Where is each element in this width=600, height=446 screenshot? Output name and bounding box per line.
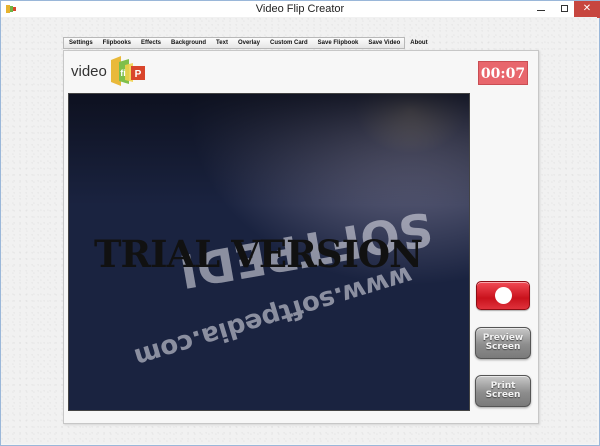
minimize-icon [537,10,545,11]
menu-about[interactable]: About [405,38,432,48]
svg-text:P: P [135,69,142,80]
record-button[interactable] [476,281,530,310]
menu-bar: Settings Flipbooks Effects Background Te… [63,37,428,49]
menu-custom-card[interactable]: Custom Card [265,38,313,48]
menu-background[interactable]: Background [166,38,211,48]
window-title: Video Flip Creator [255,3,345,15]
print-screen-button[interactable]: Print Screen [475,375,531,407]
print-button-label-2: Screen [485,390,521,400]
menu-settings[interactable]: Settings [64,38,98,48]
app-logo: video P fi [71,56,151,88]
close-button[interactable]: ✕ [574,1,600,18]
menu-text[interactable]: Text [211,38,233,48]
trial-watermark: TRIAL VERSION [94,232,423,276]
menu-save-flipbook[interactable]: Save Flipbook [313,38,364,48]
maximize-icon [561,5,568,12]
menu-flipbooks[interactable]: Flipbooks [98,38,136,48]
title-bar[interactable]: Video Flip Creator ✕ [1,1,600,18]
menu-save-video[interactable]: Save Video [363,38,405,48]
record-dot-icon [495,287,512,304]
timer-display: 00:07 [478,61,528,85]
flip-logo-icon: P fi [111,56,145,86]
logo-text: video [71,63,107,80]
minimize-button[interactable] [529,1,553,18]
svg-text:fi: fi [120,68,126,78]
menu-overlay[interactable]: Overlay [233,38,265,48]
menu-effects[interactable]: Effects [136,38,166,48]
preview-button-label-2: Screen [485,342,521,352]
preview-screen-button[interactable]: Preview Screen [475,327,531,359]
